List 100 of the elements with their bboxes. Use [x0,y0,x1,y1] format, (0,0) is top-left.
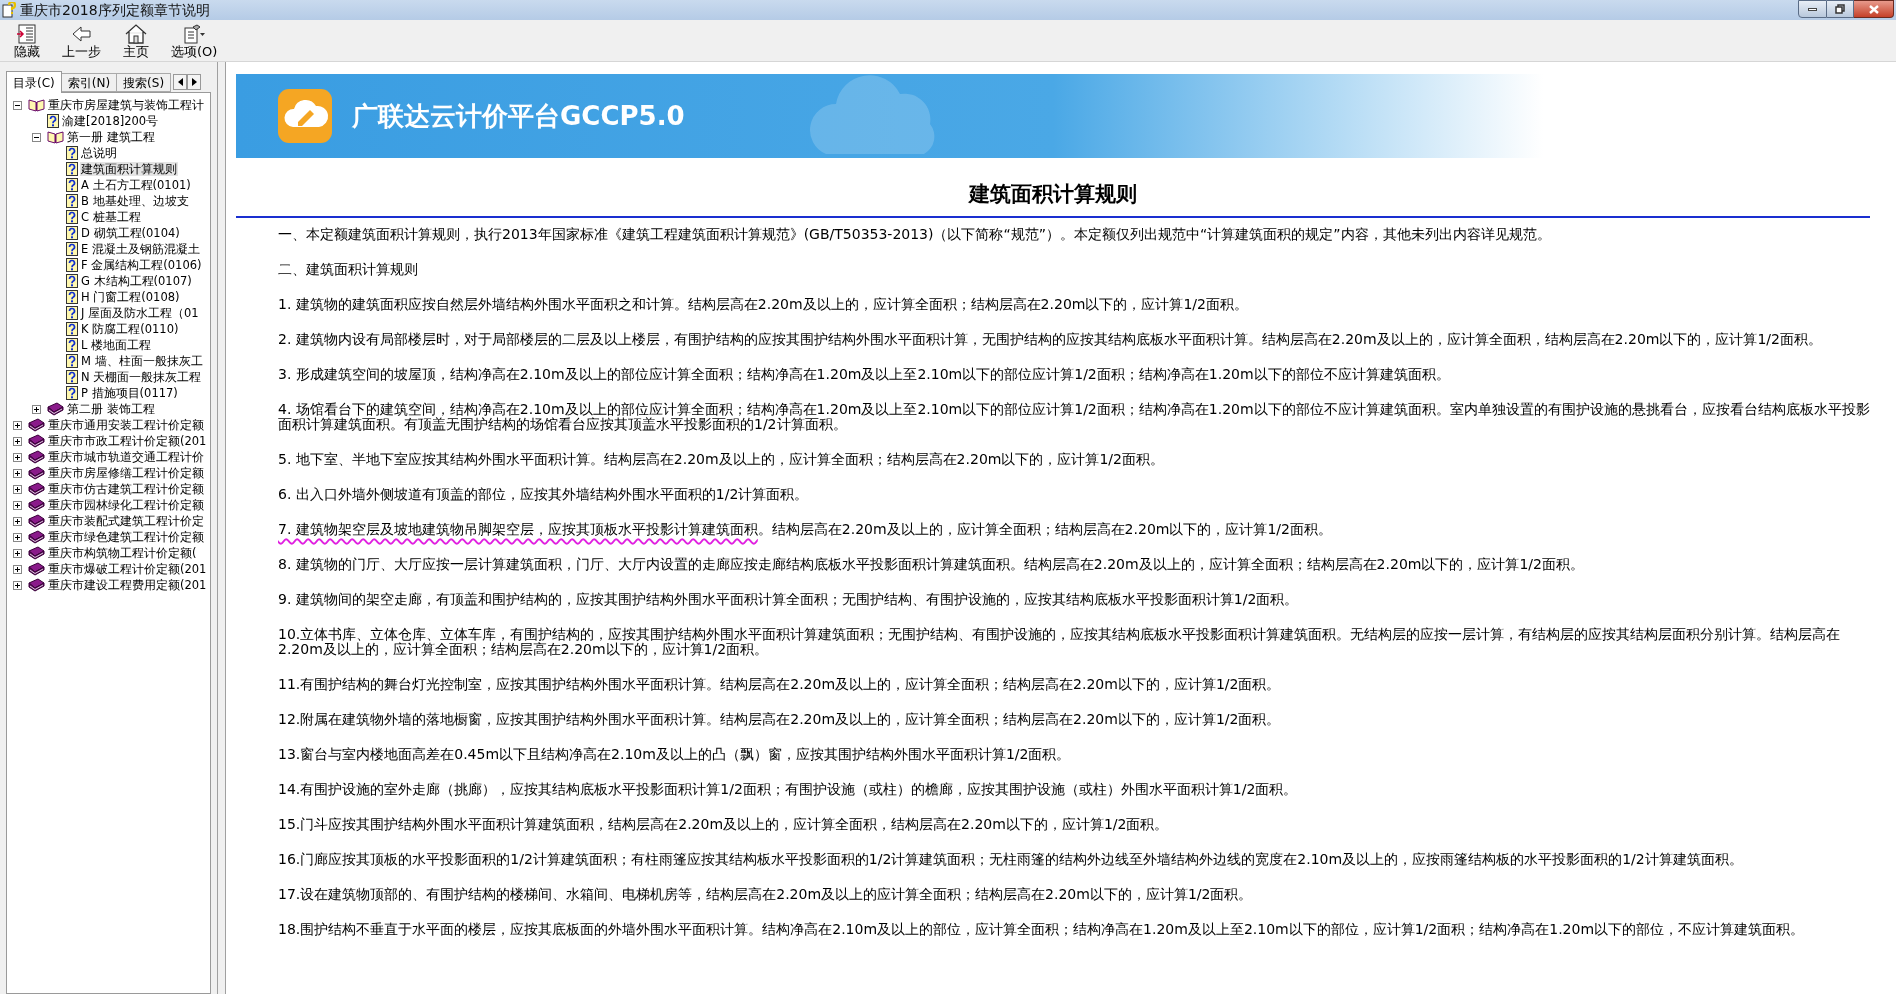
help-page-icon [66,322,78,336]
tree-item[interactable]: E 混凝土及钢筋混凝土 [80,242,201,256]
tree-toggle-icon[interactable] [13,468,22,478]
tree-item[interactable]: 重庆市构筑物工程计价定额( [47,546,198,560]
tree-item[interactable]: D 砌筑工程(0104) [80,226,181,240]
tab-scroll-right-button[interactable] [187,74,202,90]
tree-item[interactable]: 总说明 [80,146,118,160]
minimize-button[interactable] [1798,0,1827,18]
help-page-icon [66,210,78,224]
paragraph: 3. 形成建筑空间的坡屋顶，结构净高在2.10m及以上的部位应计算全面积；结构净高在1.20m及以上至2.10m以下的部位应计算1/2面积；结构净高在1.20m以下的部位不应计算建筑面积。 [278,367,1451,382]
help-app-icon [2,2,16,18]
hide-panel-icon [16,24,38,44]
tree-item[interactable]: P 措施项目(0117) [80,386,179,400]
help-page-icon [66,290,78,304]
book-icon [28,562,45,576]
paragraph: 8. 建筑物的门厅、大厅应按一层计算建筑面积，门厅、大厅内设置的走廊应按走廊结构底板水平投影面积计算建筑面积。结构层高在2.20m及以上的，应计算全面积；结构层高在2.20m以下的，应计算1/2面积。 [278,557,1585,572]
paragraph: 9. 建筑物间的架空走廊，有顶盖和围护结构的，应按其围护结构外围水平面积计算全面积；无围护结构、有围护设施的，应按其结构底板水平投影面积计算1/2面积。 [278,592,1300,607]
open-book-icon [47,130,64,144]
tree-toggle-icon[interactable] [13,580,22,590]
tree-toggle-icon[interactable] [13,484,22,494]
help-page-icon [66,226,78,240]
tab[interactable]: 索引(N) [61,73,118,92]
tree-item[interactable]: 重庆市装配式建筑工程计价定 [47,514,205,528]
paragraph: 13.窗台与室内楼地面高差在0.45m以下且结构净高在2.10m及以上的凸（飘）窗，应按其围护结构外围水平面积计算1/2面积。 [278,747,1072,762]
book-icon [28,418,45,432]
toolbar-button[interactable]: 隐藏 [10,24,44,59]
paragraph: 17.设在建筑物顶部的、有围护结构的楼梯间、水箱间、电梯机房等，结构层高在2.20m及以上的应计算全面积；结构层高在2.20m以下的，应计算1/2面积。 [278,887,1254,902]
tree-toggle-icon[interactable] [13,532,22,542]
tree-item[interactable]: L 楼地面工程 [80,338,153,352]
tree-toggle-icon[interactable] [13,452,22,462]
tree-item[interactable]: 第一册 建筑工程 [66,130,156,144]
book-icon [47,402,64,416]
tree-item[interactable]: 重庆市城市轨道交通工程计价 [47,450,205,464]
tree-item[interactable]: 渝建[2018]200号 [61,114,160,128]
banner-title: 广联达云计价平台GCCP5.0 [352,99,685,133]
help-page-icon [66,258,78,272]
close-icon [1868,4,1879,14]
tree-item[interactable]: M 墙、柱面一般抹灰工 [80,354,204,368]
left-triangle-icon [177,78,183,86]
tree-item[interactable]: 重庆市园林绿化工程计价定额 [47,498,205,512]
tree-item[interactable]: 第二册 装饰工程 [66,402,156,416]
tree-toggle-icon[interactable] [13,436,22,446]
logo-icon [278,89,332,143]
toolbar-button[interactable]: 上一步 [58,24,105,59]
paragraph: 二、建筑面积计算规则 [278,262,419,277]
book-icon [28,530,45,544]
tree-toggle-icon[interactable] [13,516,22,526]
tree-item[interactable]: F 金属结构工程(0106) [80,258,203,272]
book-icon [28,514,45,528]
tree-item[interactable]: 重庆市房屋建筑与装饰工程计 [47,98,205,112]
help-page-icon [66,386,78,400]
restore-button[interactable] [1827,0,1854,18]
tree-toggle-icon[interactable] [13,564,22,574]
tree-item[interactable]: B 地基处理、边坡支 [80,194,190,208]
home-icon [125,24,147,44]
tree-toggle-icon[interactable] [13,100,22,110]
help-page-icon [66,178,78,192]
tree-item[interactable]: A 土石方工程(0101) [80,178,192,192]
tree-item[interactable]: 重庆市建设工程费用定额(201 [47,578,208,592]
tree-toggle-icon[interactable] [32,132,41,142]
book-icon [28,466,45,480]
right-triangle-icon [191,78,197,86]
tree-item[interactable]: 重庆市通用安装工程计价定额 [47,418,205,432]
tree-item[interactable]: 建筑面积计算规则 [80,162,178,176]
tree-item[interactable]: 重庆市绿色建筑工程计价定额 [47,530,205,544]
tree-item[interactable]: 重庆市爆破工程计价定额(201 [47,562,208,576]
paragraph: 7. 建筑物架空层及坡地建筑物吊脚架空层，应按其顶板水平投影计算建筑面积。结构层高在2.20m及以上的，应计算全面积；结构层高在2.20m以下的，应计算1/2面积。 [278,522,1333,537]
book-icon [28,450,45,464]
paragraph: 14.有围护设施的室外走廊（挑廊），应按其结构底板水平投影面积计算1/2面积；有围护设施（或柱）的檐廊，应按其围护设施（或柱）外围水平面积计算1/2面积。 [278,782,1299,797]
tree-toggle-icon[interactable] [32,404,41,414]
tree-item[interactable]: C 桩基工程 [80,210,142,224]
tab-scroll-left-button[interactable] [173,74,188,90]
tab[interactable]: 搜索(S) [117,73,172,92]
tree-item[interactable]: J 屋面及防水工程（01 [80,306,200,320]
close-button[interactable] [1854,0,1894,18]
toolbar-button[interactable]: 选项(O) [167,24,222,59]
paragraph: 5. 地下室、半地下室应按其结构外围水平面积计算。结构层高在2.20m及以上的，应计算全面积；结构层高在2.20m以下的，应计算1/2面积。 [278,452,1165,467]
help-page-icon [66,354,78,368]
help-page-icon [47,114,59,128]
tree-item[interactable]: H 门窗工程(0108) [80,290,181,304]
paragraph: 16.门廊应按其顶板的水平投影面积的1/2计算建筑面积；有柱雨篷应按其结构板水平投影面积的1/2计算建筑面积；无柱雨篷的结构外边线至外墙结构外边线的宽度在2.10m及以上的，应按雨篷结构板的水平投影面积的1/2计算建筑面积。 [278,852,1744,867]
tree-item[interactable]: 重庆市市政工程计价定额(201 [47,434,208,448]
paragraph: 4. 场馆看台下的建筑空间，结构净高在2.10m及以上的部位应计算全面积；结构净高在1.20m及以上至2.10m以下的部位应计算1/2面积；结构净高在1.20m以下的部位不应计算建筑面积。室内单独设置的有围护设施的悬挑看台，应按看台结构底板水平投影面积计算建筑面积。有顶盖无围护结构的场馆看台应按其顶盖水平投影面积的1/2计算面积。 [278,402,1870,432]
tree-toggle-icon[interactable] [13,548,22,558]
tree-item[interactable]: 重庆市仿古建筑工程计价定额 [47,482,205,496]
toolbar-button[interactable]: 主页 [119,24,153,59]
help-page-icon [66,370,78,384]
tree-toggle-icon[interactable] [13,420,22,430]
tree-item[interactable]: K 防腐工程(0110) [80,322,180,336]
paragraph: 1. 建筑物的建筑面积应按自然层外墙结构外围水平面积之和计算。结构层高在2.20m及以上的，应计算全面积；结构层高在2.20m以下的，应计算1/2面积。 [278,297,1249,312]
tab[interactable]: 目录(C) [6,71,62,93]
tree-item[interactable]: G 木结构工程(0107) [80,274,193,288]
tree-item[interactable]: 重庆市房屋修缮工程计价定额 [47,466,205,480]
book-icon [28,482,45,496]
book-icon [28,546,45,560]
paragraph: 18.围护结构不垂直于水平面的楼层，应按其底板面的外墙外围水平面积计算。结构净高在2.10m及以上的部位，应计算全面积；结构净高在1.20m及以上至2.10m以下的部位，应计算1/2面积；结构净高在1.20m以下的部位，不应计算建筑面积。 [278,922,1806,937]
paragraph: 2. 建筑物内设有局部楼层时，对于局部楼层的二层及以上楼层，有围护结构的应按其围护结构外围水平面积计算，无围护结构的应按其结构底板水平面积计算。结构层高在2.20m及以上的，应计算全面积，结构层高在2.20m以下的，应计算1/2面积。 [278,332,1823,347]
help-page-icon [66,194,78,208]
tree-toggle-icon[interactable] [13,500,22,510]
tree-item[interactable]: N 天棚面一般抹灰工程 [80,370,203,384]
